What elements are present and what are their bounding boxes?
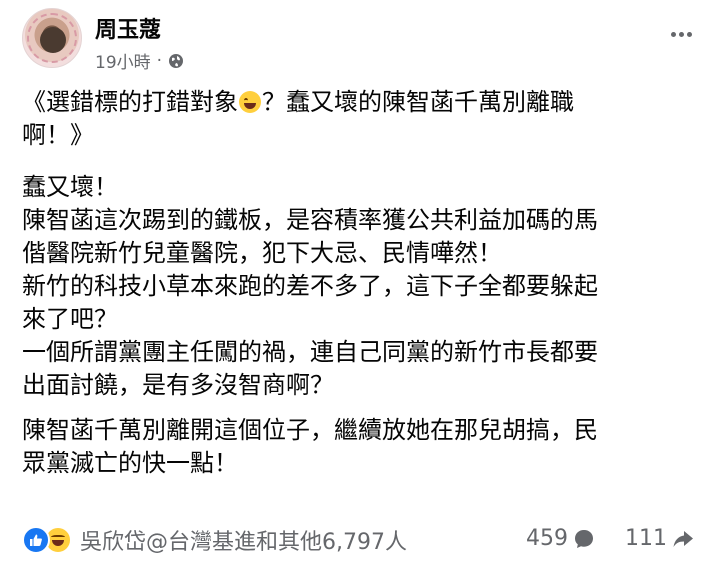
share-count-button[interactable]: 111 [625, 526, 694, 551]
body-line: 蠢又壞！ [22, 173, 118, 201]
closing-line: 眾黨滅亡的快一點！ [22, 449, 238, 477]
post-timestamp[interactable]: 19小時 [95, 48, 151, 73]
post-meta: 19小時 · [95, 48, 184, 73]
comment-icon [575, 529, 593, 548]
thumbs-up-icon [30, 534, 42, 546]
post-header: 周玉蔻 19小時 · [22, 8, 702, 74]
share-count: 111 [625, 526, 667, 551]
body-line: 來了吧？ [22, 305, 118, 333]
body-line: 陳智菡這次踢到的鐵板，是容積率獲公共利益加碼的馬 [22, 206, 598, 234]
comment-count-button[interactable]: 459 [526, 526, 595, 551]
post-title: 《選錯標的打錯對象 ？蠢又壞的陳智菡千萬別離職 [22, 86, 702, 119]
like-icon [22, 526, 50, 554]
more-options-button[interactable] [666, 22, 696, 46]
author-avatar[interactable] [22, 8, 82, 68]
comment-count: 459 [526, 526, 568, 551]
reactions-summary[interactable]: 吳欣岱@台灣基進和其他6,797人 [22, 524, 407, 556]
body-line: 新竹的科技小草本來跑的差不多了，這下子全都要躲起 [22, 272, 598, 300]
body-line: 一個所謂黨團主任闖的禍，連自己同黨的新竹市長都要 [22, 338, 598, 366]
meta-separator: · [156, 50, 163, 71]
more-options-dot [678, 31, 684, 37]
share-icon [673, 530, 693, 547]
body-line: 出面討饒，是有多沒智商啊？ [22, 371, 334, 399]
more-options-dot [686, 31, 692, 37]
body-line: 偕醫院新竹兒童醫院，犯下大忌、民情嘩然！ [22, 239, 502, 267]
post-title-part1: 《選錯標的打錯對象 [22, 88, 238, 116]
grinning-squinting-face-emoji-icon [239, 91, 261, 113]
post-footer: 吳欣岱@台灣基進和其他6,797人 459 111 [22, 520, 702, 560]
more-options-icon [670, 31, 676, 37]
avatar-face [40, 27, 66, 53]
engagement-counts: 459 111 [526, 526, 694, 551]
closing-line: 陳智菡千萬別離開這個位子，繼續放她在那兒胡搞，民 [22, 416, 598, 444]
post-title-line2: 啊！》 [22, 121, 94, 149]
author-name[interactable]: 周玉蔻 [95, 12, 161, 44]
globe-icon [169, 53, 184, 68]
reactions-text[interactable]: 吳欣岱@台灣基進和其他6,797人 [80, 524, 407, 556]
post-body: 《選錯標的打錯對象 ？蠢又壞的陳智菡千萬別離職 啊！》 蠢又壞！ 陳智菡這次踢到的… [22, 86, 702, 480]
post-title-part2: ？蠢又壞的陳智菡千萬別離職 [262, 88, 574, 116]
